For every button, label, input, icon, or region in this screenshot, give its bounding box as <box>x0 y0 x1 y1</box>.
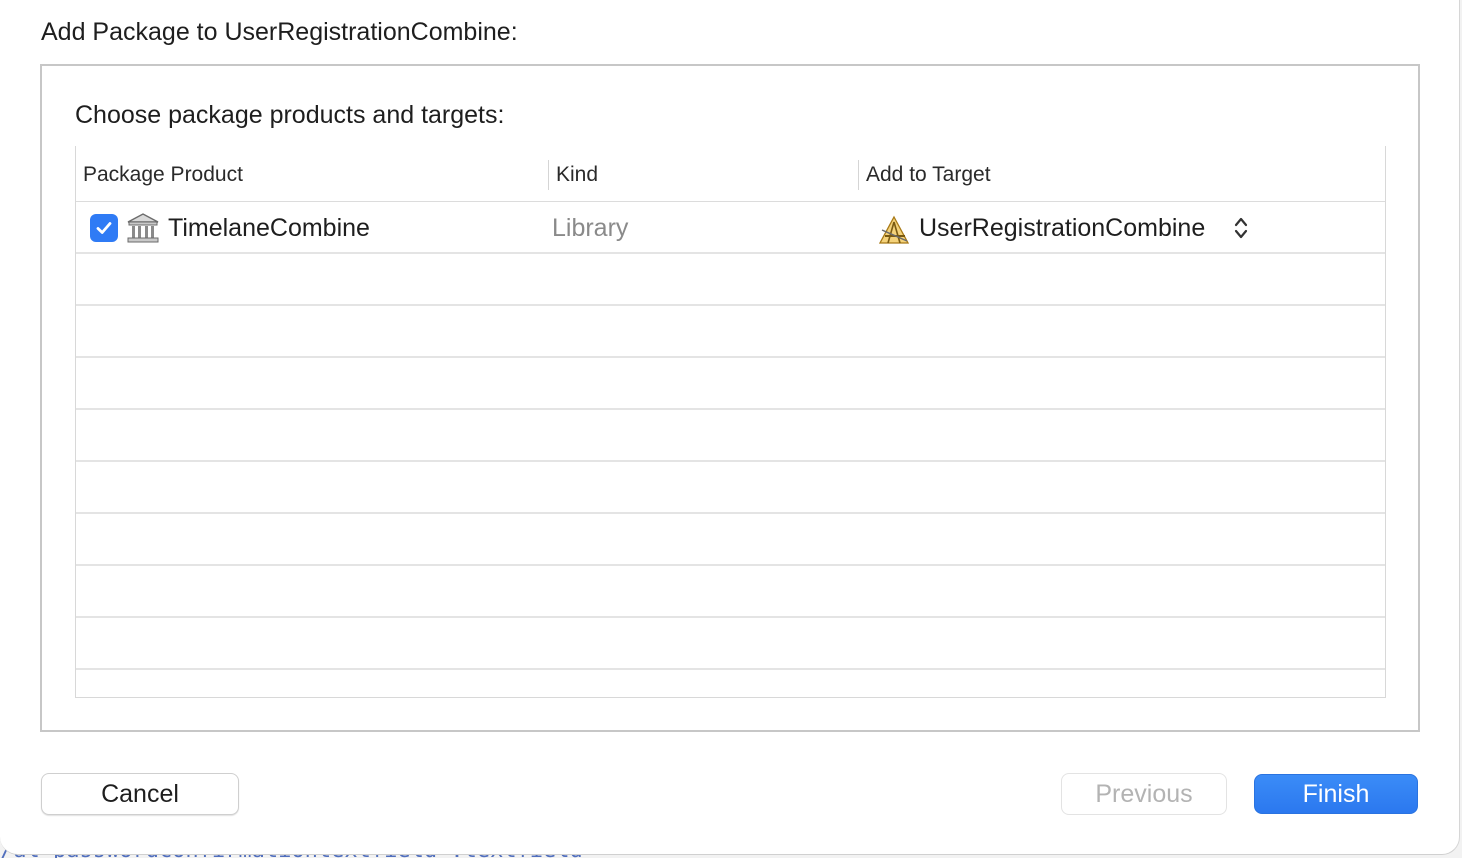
product-name: TimelaneCombine <box>168 214 370 242</box>
table-row-empty <box>76 514 1385 566</box>
library-icon <box>127 213 159 243</box>
table-row-empty <box>76 410 1385 462</box>
table-row-empty <box>76 618 1385 670</box>
table-row-empty <box>76 462 1385 514</box>
include-product-checkbox[interactable] <box>90 214 118 242</box>
table-row-empty <box>76 566 1385 618</box>
group-subtitle: Choose package products and targets: <box>75 101 505 129</box>
table-row[interactable]: TimelaneCombine Library UserRegistration… <box>76 202 1385 254</box>
column-header-package-product[interactable]: Package Product <box>76 160 548 190</box>
previous-button: Previous <box>1061 773 1227 815</box>
table-row-empty <box>76 358 1385 410</box>
product-kind: Library <box>552 214 629 242</box>
sheet-title: Add Package to UserRegistrationCombine: <box>41 18 518 46</box>
checkmark-icon <box>96 222 112 234</box>
finish-button[interactable]: Finish <box>1254 774 1418 814</box>
products-table: Package Product Kind Add to Target Timel… <box>75 146 1386 698</box>
column-header-add-to-target[interactable]: Add to Target <box>858 160 1386 190</box>
table-row-empty <box>76 670 1385 698</box>
app-target-icon <box>878 215 910 244</box>
table-row-empty <box>76 306 1385 358</box>
package-products-group: Choose package products and targets: Pac… <box>40 64 1420 732</box>
target-name[interactable]: UserRegistrationCombine <box>919 212 1205 244</box>
table-header: Package Product Kind Add to Target <box>76 146 1385 202</box>
table-row-empty <box>76 254 1385 306</box>
add-package-sheet: Add Package to UserRegistrationCombine: … <box>0 0 1460 855</box>
column-header-kind[interactable]: Kind <box>548 160 858 190</box>
cancel-button[interactable]: Cancel <box>41 773 239 815</box>
chevron-up-down-icon[interactable] <box>1233 215 1249 241</box>
